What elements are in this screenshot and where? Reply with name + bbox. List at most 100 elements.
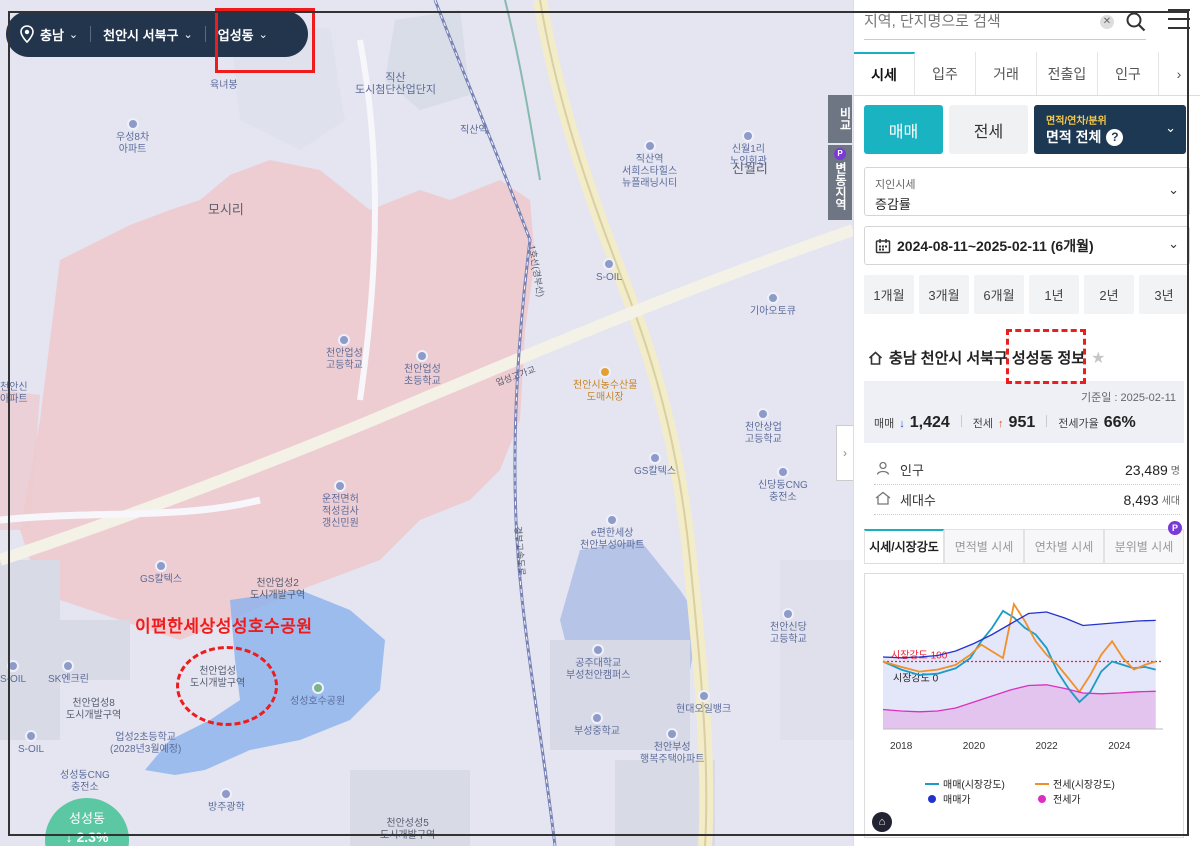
price-index-select[interactable]: 지인시세 증감률 ⌄ <box>864 167 1190 216</box>
map-poi[interactable]: 신월1리 노인회관 <box>730 130 767 168</box>
period-2y[interactable]: 2년 <box>1084 275 1134 314</box>
area-filter-dropdown[interactable]: 면적/연차/분위 면적 전체? ⌄ <box>1034 105 1186 154</box>
tab-migration[interactable]: 전출입 <box>1037 52 1098 95</box>
favorite-star-icon[interactable]: ★ <box>1091 348 1105 368</box>
school-icon <box>757 408 770 420</box>
map-poi[interactable]: S-OIL <box>0 660 26 686</box>
period-3m[interactable]: 3개월 <box>919 275 969 314</box>
search-bar: ✕ <box>864 4 1146 40</box>
map-poi[interactable]: 육녀봉 <box>210 80 238 92</box>
map-poi[interactable]: 천안업성 고등학교 <box>326 334 363 372</box>
chart-tabs: 시세/시장강도 면적별 시세 연차별 시세 분위별 시세 <box>864 529 1184 564</box>
period-6m[interactable]: 6개월 <box>974 275 1024 314</box>
x-tick-label: 2018 <box>890 741 913 752</box>
map-poi[interactable]: SK엔크린 <box>48 660 89 686</box>
search-input[interactable] <box>864 13 1100 30</box>
map-poi[interactable]: 우성8차 아파트 <box>116 118 149 156</box>
tab-more-arrow[interactable]: › <box>1159 52 1199 95</box>
city-dropdown[interactable]: 천안시 서북구 ⌄ <box>103 25 193 44</box>
lease-button[interactable]: 전세 <box>949 105 1028 154</box>
annotation-dashed-box <box>1006 329 1086 384</box>
place-label-mosiri: 모시리 <box>208 202 244 217</box>
legend-label: 전세(시장강도) <box>1053 779 1115 791</box>
clear-icon[interactable]: ✕ <box>1100 14 1114 29</box>
province-dropdown[interactable]: 충남 ⌄ <box>40 25 78 44</box>
chevron-down-icon: ⌄ <box>1168 236 1179 251</box>
map-poi[interactable]: 운전면허 적성검사 갱신민원 <box>322 480 359 530</box>
date-range-select[interactable]: 2024-08-11~2025-02-11 (6개월) ⌄ <box>864 226 1190 265</box>
households-row: 세대수 8,493 세대 <box>874 485 1180 515</box>
period-1m[interactable]: 1개월 <box>864 275 914 314</box>
apartment-icon <box>666 728 679 740</box>
chevron-down-icon: ⌄ <box>1168 182 1179 197</box>
tab-area-price[interactable]: 면적별 시세 <box>944 529 1024 563</box>
legend-label: 전세가 <box>1053 794 1081 806</box>
market-chart-svg: 시장강도 100시장강도 02018 2020 2022 2024매매(시장강도) 전세… <box>882 601 1163 806</box>
tab-price-market-strength[interactable]: 시세/시장강도 <box>864 529 944 563</box>
map-poi[interactable]: 업성2초등학교 (2028년3월예정) <box>110 732 181 756</box>
gas-station-icon <box>603 258 616 270</box>
map-poi[interactable]: 기아오토큐 <box>750 292 796 318</box>
map-poi[interactable]: e편한세상 천안부성아파트 <box>580 514 644 552</box>
price-summary-box: 기준일 : 2025-02-11 매매 ↓ 1,424 전세 ↑ 951 전세가… <box>864 381 1184 443</box>
map-poi[interactable]: 천안신 아파트 <box>0 382 28 406</box>
person-icon <box>874 461 892 478</box>
map-poi[interactable]: 성성동CNG 충전소 <box>60 770 110 794</box>
calendar-icon <box>875 238 891 253</box>
hamburger-menu-icon[interactable] <box>1168 9 1190 29</box>
search-icon[interactable] <box>1126 12 1146 32</box>
map-poi[interactable]: 성성호수공원 <box>290 682 345 708</box>
period-buttons: 1개월 3개월 6개월 1년 2년 3년 <box>864 275 1189 314</box>
map-poi[interactable]: 현대오일뱅크 <box>676 690 731 716</box>
divider <box>1046 415 1048 427</box>
legend-swatch <box>928 795 936 803</box>
map-poi[interactable]: 직산역 서희스타힐스 뉴플래닝시티 <box>622 140 677 190</box>
map-poi[interactable]: 방주광학 <box>208 788 245 814</box>
tab-price[interactable]: 시세 <box>854 52 915 95</box>
map-poi[interactable]: S-OIL <box>18 730 44 756</box>
compare-side-tab[interactable]: 비교 <box>828 95 852 143</box>
map-poi[interactable]: 천안부성 행복주택아파트 <box>640 728 704 766</box>
map-poi[interactable]: 공주대학교 부성천안캠퍼스 <box>566 644 630 682</box>
gas-station-icon <box>697 690 710 702</box>
population-row: 인구 23,489 명 <box>874 455 1180 485</box>
period-1y[interactable]: 1년 <box>1029 275 1079 314</box>
map-view[interactable]: 모시리 신월리 육녀봉 우성8차 아파트 직산 도시첨단산업단지 직산역 직산역… <box>0 0 853 846</box>
gas-station-icon <box>25 730 38 742</box>
tab-population[interactable]: 인구 <box>1098 52 1159 95</box>
x-tick-label: 2022 <box>1036 741 1059 752</box>
map-poi[interactable]: 천안업성 초등학교 <box>404 350 441 388</box>
location-pin-icon <box>20 25 34 43</box>
map-district-label: 천안성성5 도시개발구역 <box>380 818 436 841</box>
map-poi[interactable]: GS칼텍스 <box>634 452 676 478</box>
tab-trade[interactable]: 거래 <box>976 52 1037 95</box>
panel-collapse-button[interactable]: › <box>836 425 853 481</box>
map-poi[interactable]: 천안시농수산물 도매시장 <box>573 366 637 404</box>
legend-label: 매매가 <box>943 794 971 806</box>
factory-icon <box>220 788 233 800</box>
annotation-title: 이편한세상성성호수공원 <box>135 617 313 636</box>
map-poi[interactable]: 천안신당 고등학교 <box>770 608 807 646</box>
map-poi[interactable]: 직산 도시첨단산업단지 <box>355 72 436 96</box>
home-button-icon[interactable]: ⌂ <box>872 812 892 832</box>
government-office-icon <box>334 480 347 492</box>
map-poi[interactable]: 부성중학교 <box>574 712 620 738</box>
divider <box>204 26 206 42</box>
map-poi[interactable]: GS칼텍스 <box>140 560 182 586</box>
sale-button[interactable]: 매매 <box>864 105 943 154</box>
change-region-side-tab[interactable]: P 변동지역 <box>828 145 852 220</box>
market-chart: 시장강도 100 시장강도 0 2018 2020 2022 2024 매매(시장강도) 전세… <box>864 573 1184 838</box>
period-3y[interactable]: 3년 <box>1139 275 1189 314</box>
map-district-label: 천안업성8 도시개발구역 <box>66 698 122 721</box>
legend-swatch <box>1038 795 1046 803</box>
map-poi[interactable]: S-OIL <box>596 258 622 284</box>
building-icon <box>742 130 755 142</box>
tab-move-in[interactable]: 입주 <box>915 52 976 95</box>
map-poi[interactable]: 신당동CNG 충전소 <box>758 466 808 504</box>
info-panel: ✕ 시세 입주 거래 전출입 인구 › 매매 전세 면적/연차/분위 면적 전체… <box>853 0 1200 846</box>
help-icon[interactable]: ? <box>1106 128 1124 146</box>
map-poi[interactable]: 천안상업 고등학교 <box>745 408 782 446</box>
map-poi[interactable]: 직산역 <box>460 125 488 137</box>
tab-age-price[interactable]: 연차별 시세 <box>1024 529 1104 563</box>
map-district-label: 천안업성2 도시개발구역 <box>250 578 306 601</box>
